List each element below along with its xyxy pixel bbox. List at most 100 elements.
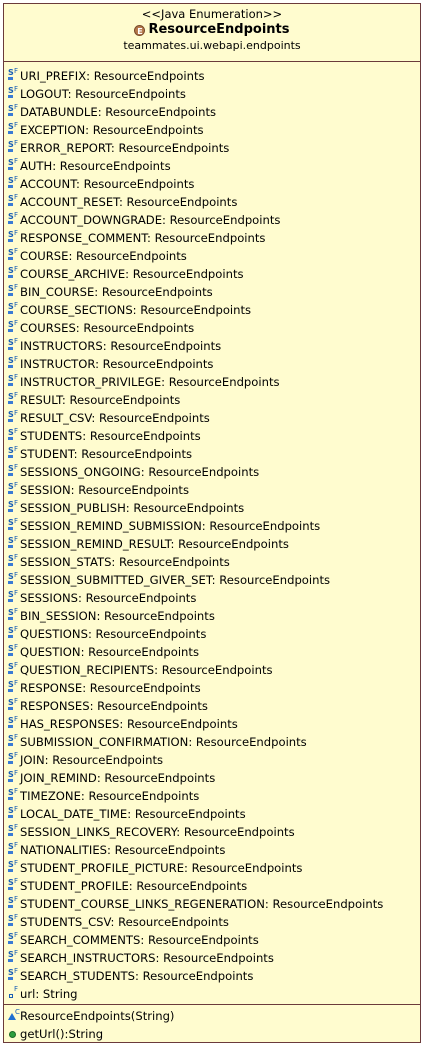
static-final-field-icon: SF bbox=[7, 572, 20, 587]
static-final-field-icon: SF bbox=[7, 500, 20, 515]
field-text: ACCOUNT_DOWNGRADE: ResourceEndpoints bbox=[20, 213, 281, 227]
enum-constant-row: S F SESSION_LINKS_RECOVERY: ResourceEndpoi… bbox=[4, 823, 420, 841]
static-final-field-icon: SF bbox=[7, 212, 20, 227]
enum-constant-row: S F RESULT_CSV: ResourceEndpoints bbox=[4, 409, 420, 427]
enum-constant-row: S F ERROR_REPORT: ResourceEndpoints bbox=[4, 139, 420, 157]
enum-constant-row: S F STUDENTS: ResourceEndpoints bbox=[4, 427, 420, 445]
field-text: COURSES: ResourceEndpoints bbox=[20, 321, 195, 335]
static-final-field-icon: SF bbox=[7, 554, 20, 569]
enum-constant-row: S F RESPONSES: ResourceEndpoints bbox=[4, 697, 420, 715]
static-final-field-icon: SF bbox=[7, 608, 20, 623]
field-text: HAS_RESPONSES: ResourceEndpoints bbox=[20, 717, 238, 731]
field-text: SESSION_LINKS_RECOVERY: ResourceEndpoint… bbox=[20, 825, 295, 839]
field-text: RESPONSES: ResourceEndpoints bbox=[20, 699, 208, 713]
class-header: <<Java Enumeration>> E ResourceEndpoints… bbox=[4, 4, 420, 62]
field-text: STUDENT_PROFILE_PICTURE: ResourceEndpoin… bbox=[20, 861, 303, 875]
enum-constant-row: S F RESPONSE_COMMENT: ResourceEndpoints bbox=[4, 229, 420, 247]
public-method-icon bbox=[7, 1027, 20, 1041]
uml-class-box: <<Java Enumeration>> E ResourceEndpoints… bbox=[3, 3, 421, 1043]
stereotype-label: <<Java Enumeration>> bbox=[141, 7, 283, 21]
method-row-getter: getUrl():String bbox=[4, 1025, 420, 1043]
static-final-field-icon: SF bbox=[7, 878, 20, 893]
static-final-field-icon: SF bbox=[7, 626, 20, 641]
enum-constant-row: S F STUDENTS_CSV: ResourceEndpoints bbox=[4, 913, 420, 931]
static-final-field-icon: SF bbox=[7, 68, 20, 83]
field-text: LOGOUT: ResourceEndpoints bbox=[20, 87, 186, 101]
static-final-field-icon: SF bbox=[7, 824, 20, 839]
enum-constant-row: S F SEARCH_INSTRUCTORS: ResourceEndpoints bbox=[4, 949, 420, 967]
field-text: SESSION_PUBLISH: ResourceEndpoints bbox=[20, 501, 245, 515]
static-final-field-icon: SF bbox=[7, 644, 20, 659]
enum-constant-row: S F SESSION_SUBMITTED_GIVER_SET: ResourceE… bbox=[4, 571, 420, 589]
static-final-field-icon: SF bbox=[7, 302, 20, 317]
enum-constant-row: S F ACCOUNT_RESET: ResourceEndpoints bbox=[4, 193, 420, 211]
field-text: JOIN_REMIND: ResourceEndpoints bbox=[20, 771, 216, 785]
enum-constant-row: S F SESSIONS: ResourceEndpoints bbox=[4, 589, 420, 607]
static-final-field-icon: SF bbox=[7, 104, 20, 119]
static-final-field-icon: SF bbox=[7, 950, 20, 965]
enum-constant-row: S F SESSION_REMIND_SUBMISSION: ResourceEnd… bbox=[4, 517, 420, 535]
enum-constant-row: S F BIN_SESSION: ResourceEndpoints bbox=[4, 607, 420, 625]
enum-constant-row: S F ACCOUNT: ResourceEndpoints bbox=[4, 175, 420, 193]
enum-constant-row: S F SEARCH_STUDENTS: ResourceEndpoints bbox=[4, 967, 420, 985]
constructor-icon: C bbox=[7, 1008, 20, 1023]
field-text: INSTRUCTORS: ResourceEndpoints bbox=[20, 339, 222, 353]
static-final-field-icon: SF bbox=[7, 446, 20, 461]
static-final-field-icon: SF bbox=[7, 914, 20, 929]
field-text: SEARCH_COMMENTS: ResourceEndpoints bbox=[20, 933, 259, 947]
field-text: SESSION_SUBMITTED_GIVER_SET: ResourceEnd… bbox=[20, 573, 331, 587]
enum-constant-row: S F SESSION_STATS: ResourceEndpoints bbox=[4, 553, 420, 571]
field-text: STUDENTS_CSV: ResourceEndpoints bbox=[20, 915, 229, 929]
static-final-field-icon: SF bbox=[7, 770, 20, 785]
field-text: url: String bbox=[20, 987, 78, 1001]
static-final-field-icon: SF bbox=[7, 338, 20, 353]
static-final-field-icon: SF bbox=[7, 158, 20, 173]
field-text: AUTH: ResourceEndpoints bbox=[20, 159, 171, 173]
static-final-field-icon: SF bbox=[7, 788, 20, 803]
enum-constant-row: S F SEARCH_COMMENTS: ResourceEndpoints bbox=[4, 931, 420, 949]
static-final-field-icon: SF bbox=[7, 86, 20, 101]
field-text: QUESTION_RECIPIENTS: ResourceEndpoints bbox=[20, 663, 273, 677]
enum-constant-row: S F EXCEPTION: ResourceEndpoints bbox=[4, 121, 420, 139]
static-final-field-icon: SF bbox=[7, 284, 20, 299]
field-text: STUDENT_PROFILE: ResourceEndpoints bbox=[20, 879, 248, 893]
static-final-field-icon: SF bbox=[7, 428, 20, 443]
static-final-field-icon: SF bbox=[7, 266, 20, 281]
enum-constant-row: S F COURSE_ARCHIVE: ResourceEndpoints bbox=[4, 265, 420, 283]
static-final-field-icon: SF bbox=[7, 356, 20, 371]
field-text: EXCEPTION: ResourceEndpoints bbox=[20, 123, 204, 137]
static-final-field-icon: SF bbox=[7, 248, 20, 263]
enum-constant-row: S F SESSION_PUBLISH: ResourceEndpoints bbox=[4, 499, 420, 517]
field-text: ACCOUNT: ResourceEndpoints bbox=[20, 177, 195, 191]
enum-constant-row: S F TIMEZONE: ResourceEndpoints bbox=[4, 787, 420, 805]
class-title-row: E ResourceEndpoints bbox=[4, 21, 420, 39]
field-text: STUDENT_COURSE_LINKS_REGENERATION: Resou… bbox=[20, 897, 384, 911]
field-text: BIN_COURSE: ResourceEndpoints bbox=[20, 285, 213, 299]
field-text: SESSION_STATS: ResourceEndpoints bbox=[20, 555, 230, 569]
field-text: BIN_SESSION: ResourceEndpoints bbox=[20, 609, 215, 623]
field-text: JOIN: ResourceEndpoints bbox=[20, 753, 164, 767]
static-final-field-icon: SF bbox=[7, 680, 20, 695]
package-name: teammates.ui.webapi.endpoints bbox=[123, 39, 301, 52]
static-final-field-icon: SF bbox=[7, 860, 20, 875]
static-final-field-icon: SF bbox=[7, 374, 20, 389]
fields-compartment: S F URI_PREFIX: ResourceEndpoints S F LOGOUT:… bbox=[4, 62, 420, 1005]
field-text: RESULT_CSV: ResourceEndpoints bbox=[20, 411, 210, 425]
field-text: SUBMISSION_CONFIRMATION: ResourceEndpoin… bbox=[20, 735, 307, 749]
static-final-field-icon: SF bbox=[7, 716, 20, 731]
static-final-field-icon: SF bbox=[7, 392, 20, 407]
enum-constant-row: S F COURSE: ResourceEndpoints bbox=[4, 247, 420, 265]
field-text: SEARCH_INSTRUCTORS: ResourceEndpoints bbox=[20, 951, 274, 965]
static-final-field-icon: SF bbox=[7, 194, 20, 209]
static-final-field-icon: SF bbox=[7, 662, 20, 677]
enum-constant-row: S F QUESTION_RECIPIENTS: ResourceEndpoints bbox=[4, 661, 420, 679]
enum-constant-row: S F QUESTION: ResourceEndpoints bbox=[4, 643, 420, 661]
static-final-field-icon: SF bbox=[7, 842, 20, 857]
field-text: COURSE_SECTIONS: ResourceEndpoints bbox=[20, 303, 252, 317]
enum-constant-row: S F BIN_COURSE: ResourceEndpoints bbox=[4, 283, 420, 301]
field-text: ERROR_REPORT: ResourceEndpoints bbox=[20, 141, 230, 155]
enum-constant-row: S F URI_PREFIX: ResourceEndpoints bbox=[4, 67, 420, 85]
methods-compartment: C ResourceEndpoints(String) getUrl():Str… bbox=[4, 1005, 420, 1043]
enum-constant-row: S F INSTRUCTORS: ResourceEndpoints bbox=[4, 337, 420, 355]
field-text: COURSE: ResourceEndpoints bbox=[20, 249, 187, 263]
